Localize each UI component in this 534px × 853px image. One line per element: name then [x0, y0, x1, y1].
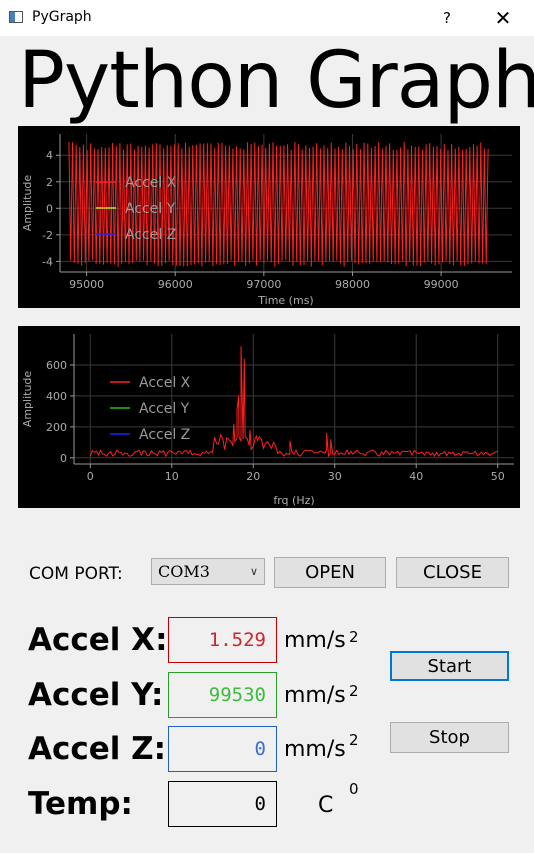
accel-x-unit: mm/s	[284, 628, 346, 653]
help-button[interactable]: ?	[432, 6, 462, 30]
accel-x-display: 1.529	[168, 617, 277, 663]
start-button[interactable]: Start	[390, 651, 509, 681]
accel-x-label: Accel X:	[28, 622, 168, 658]
x-tick-label: 95000	[69, 278, 104, 291]
y-tick-label: 0	[46, 202, 53, 215]
y-tick-label: 400	[46, 390, 67, 403]
temp-unit: C	[318, 793, 334, 818]
y-axis-label: Amplitude	[21, 371, 34, 428]
legend-label: Accel X	[125, 175, 177, 191]
accel-y-unit-exponent: 2	[349, 682, 359, 700]
window-title: PyGraph	[32, 9, 92, 25]
x-tick-label: 50	[491, 470, 505, 483]
legend-label: Accel Y	[125, 201, 176, 217]
x-tick-label: 0	[87, 470, 94, 483]
stop-button[interactable]: Stop	[390, 722, 509, 753]
x-tick-label: 99000	[424, 278, 459, 291]
frequency-domain-chart[interactable]: 0 10 20 30 40 50 0 200 400 600 frq (Hz) Amplitude Ac…	[18, 326, 520, 508]
com-port-value: COM3	[158, 562, 210, 581]
y-tick-label: -4	[42, 255, 53, 268]
legend-label: Accel X	[139, 375, 191, 391]
x-tick-label: 10	[165, 470, 179, 483]
close-window-button[interactable]: ✕	[488, 6, 518, 30]
accel-z-label: Accel Z:	[28, 731, 167, 767]
page-title: Python Graph	[18, 36, 534, 126]
accel-z-display: 0	[168, 726, 277, 772]
accel-z-unit-exponent: 2	[349, 731, 359, 749]
legend-label: Accel Z	[125, 227, 176, 243]
x-axis-label: frq (Hz)	[273, 494, 314, 507]
y-tick-label: 600	[46, 359, 67, 372]
x-tick-label: 30	[328, 470, 342, 483]
x-tick-label: 20	[246, 470, 260, 483]
app-window-icon	[9, 11, 23, 23]
accel-y-label: Accel Y:	[28, 677, 164, 713]
legend-label: Accel Z	[139, 427, 190, 443]
accel-z-unit: mm/s	[284, 737, 346, 762]
y-tick-label: 200	[46, 421, 67, 434]
title-bar: PyGraph ? ✕	[0, 0, 534, 36]
com-port-select[interactable]: COM3 ∨	[151, 558, 265, 585]
x-tick-label: 97000	[246, 278, 281, 291]
time-domain-chart[interactable]: 95000 96000 97000 98000 99000 -4 -2 0 2 4 Time (ms…	[18, 126, 520, 308]
temp-label: Temp:	[28, 786, 133, 822]
y-tick-label: -2	[42, 229, 53, 242]
accel-y-display: 99530	[168, 672, 277, 718]
com-port-label: COM PORT:	[29, 564, 123, 584]
x-axis-label: Time (ms)	[257, 294, 313, 307]
temp-unit-exponent: 0	[349, 780, 359, 798]
temp-display: 0	[168, 781, 277, 827]
y-tick-label: 4	[46, 149, 53, 162]
open-button[interactable]: OPEN	[274, 557, 386, 588]
x-tick-label: 40	[409, 470, 423, 483]
x-tick-label: 98000	[335, 278, 370, 291]
close-port-button[interactable]: CLOSE	[396, 557, 509, 588]
x-tick-label: 96000	[158, 278, 193, 291]
y-tick-label: 2	[46, 176, 53, 189]
chevron-down-icon: ∨	[249, 565, 258, 578]
accel-x-unit-exponent: 2	[349, 628, 359, 646]
y-axis-label: Amplitude	[21, 175, 34, 232]
y-tick-label: 0	[60, 452, 67, 465]
accel-y-unit: mm/s	[284, 683, 346, 708]
legend-label: Accel Y	[139, 401, 190, 417]
